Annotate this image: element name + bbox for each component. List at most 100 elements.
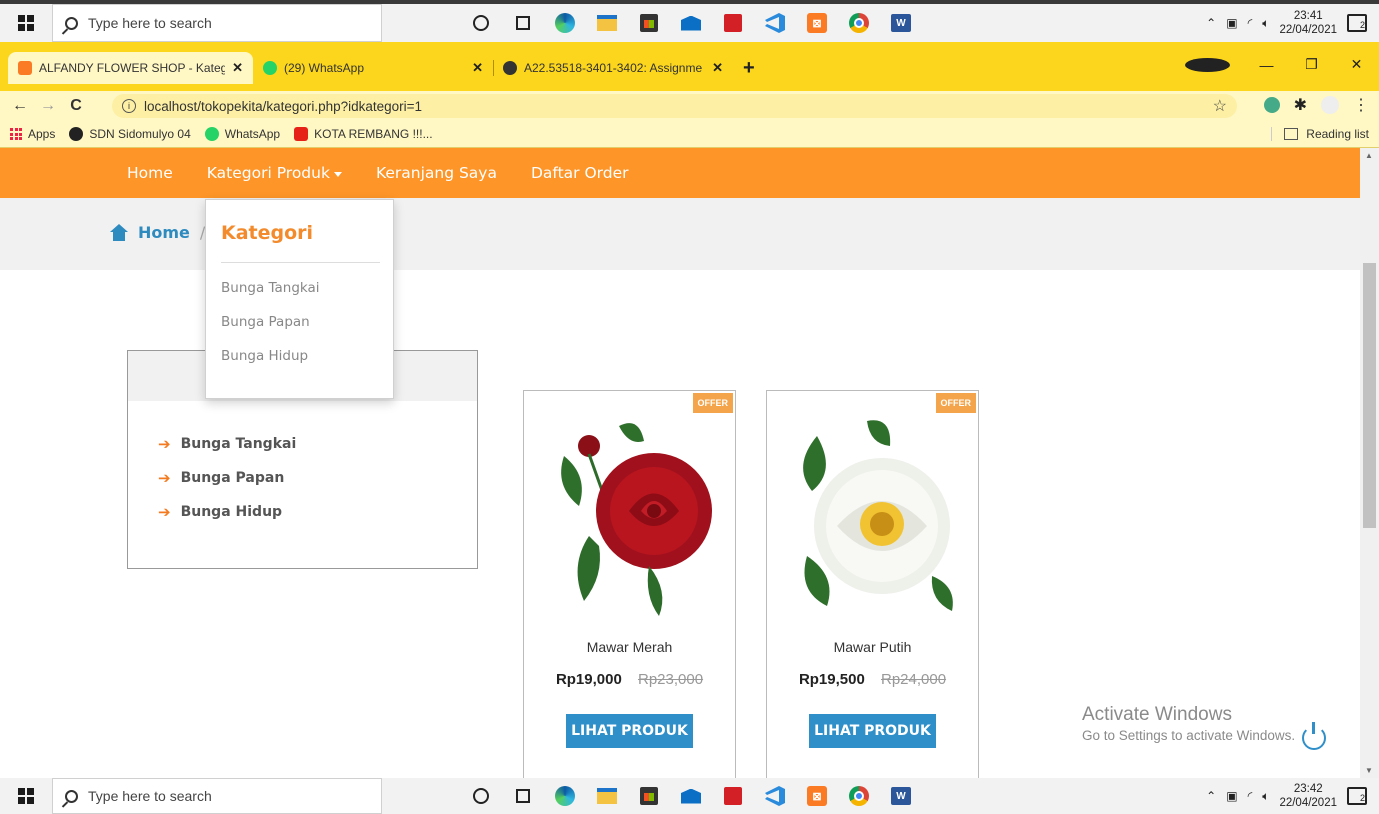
store-button[interactable] bbox=[628, 8, 670, 38]
bookmark-apps[interactable]: Apps bbox=[10, 127, 55, 141]
sidebar-item-bunga-tangkai[interactable]: ➔ Bunga Tangkai bbox=[158, 435, 296, 453]
dropdown-item-bunga-tangkai[interactable]: Bunga Tangkai bbox=[221, 280, 320, 296]
scroll-down-arrow-icon[interactable]: ▼ bbox=[1365, 766, 1373, 775]
network-icon[interactable]: ▣ bbox=[1226, 789, 1237, 803]
vscode-button[interactable] bbox=[754, 8, 796, 38]
extension-icon[interactable] bbox=[1263, 97, 1280, 113]
mail-button[interactable] bbox=[670, 781, 712, 811]
offer-badge: OFFER bbox=[935, 393, 976, 413]
close-window-button[interactable]: ✕ bbox=[1334, 56, 1379, 73]
start-button[interactable] bbox=[0, 778, 52, 814]
back-button[interactable]: ← bbox=[6, 97, 34, 115]
chrome-taskbar-button[interactable] bbox=[838, 8, 880, 38]
tab-flower-shop[interactable]: ALFANDY FLOWER SHOP - Kateg ✕ bbox=[8, 52, 253, 84]
tab-assignment[interactable]: A22.53518-3401-3402: Assignme ✕ bbox=[493, 52, 733, 84]
word-button[interactable]: W bbox=[880, 8, 922, 38]
bookmark-kota-rembang[interactable]: KOTA REMBANG !!!... bbox=[294, 127, 433, 141]
product-prices: Rp19,000 Rp23,000 bbox=[524, 671, 735, 688]
lihat-produk-button[interactable]: LIHAT PRODUK bbox=[809, 714, 936, 748]
tab-close-button[interactable]: ✕ bbox=[712, 60, 723, 76]
nav-kategori-dropdown[interactable]: Kategori Produk bbox=[207, 164, 342, 182]
tab-title: (29) WhatsApp bbox=[284, 61, 365, 75]
chevron-up-icon[interactable]: ⌃ bbox=[1206, 16, 1216, 30]
sidebar-item-bunga-papan[interactable]: ➔ Bunga Papan bbox=[158, 469, 296, 487]
browser-menu-button[interactable]: ⋮ bbox=[1353, 95, 1369, 115]
address-bar[interactable]: i localhost/tokopekita/kategori.php?idka… bbox=[112, 94, 1237, 118]
pdf-reader-button[interactable] bbox=[712, 781, 754, 811]
reload-button[interactable]: C bbox=[62, 97, 90, 115]
notification-center-button[interactable]: 2 bbox=[1347, 14, 1367, 32]
sidebar-item-bunga-hidup[interactable]: ➔ Bunga Hidup bbox=[158, 503, 296, 521]
arrow-right-icon: ➔ bbox=[158, 435, 171, 453]
nav-keranjang-link[interactable]: Keranjang Saya bbox=[376, 164, 497, 182]
tab-close-button[interactable]: ✕ bbox=[232, 60, 243, 76]
chevron-up-icon[interactable]: ⌃ bbox=[1206, 789, 1216, 803]
mail-button[interactable] bbox=[670, 8, 712, 38]
product-card[interactable]: OFFER Mawar Putih Rp19,500 Rp24,000 LIHA… bbox=[766, 390, 979, 778]
clock[interactable]: 23:42 22/04/2021 bbox=[1279, 782, 1337, 810]
clock[interactable]: 23:41 22/04/2021 bbox=[1279, 9, 1337, 37]
scrollbar-thumb[interactable] bbox=[1363, 263, 1376, 528]
network-icon[interactable]: ▣ bbox=[1226, 16, 1237, 30]
bookmark-sdn-sidomulyo[interactable]: SDN Sidomulyo 04 bbox=[69, 127, 191, 141]
taskbar-search-box[interactable]: Type here to search bbox=[52, 4, 382, 42]
xampp-button[interactable]: ⊠ bbox=[796, 8, 838, 38]
bookmark-star-icon[interactable]: ☆ bbox=[1213, 96, 1227, 116]
pdf-reader-button[interactable] bbox=[712, 8, 754, 38]
nav-home-link[interactable]: Home bbox=[127, 164, 173, 182]
store-icon bbox=[640, 787, 658, 805]
volume-icon[interactable]: 🔈︎ bbox=[1262, 16, 1269, 31]
forward-button[interactable]: → bbox=[34, 97, 62, 115]
breadcrumb-home-link[interactable]: Home bbox=[138, 223, 190, 242]
vscode-button[interactable] bbox=[754, 781, 796, 811]
nav-daftar-order-link[interactable]: Daftar Order bbox=[531, 164, 629, 182]
scroll-up-arrow-icon[interactable]: ▲ bbox=[1365, 151, 1373, 160]
tab-close-button[interactable]: ✕ bbox=[472, 60, 483, 76]
clock-time: 23:42 bbox=[1293, 783, 1323, 795]
edge-taskbar-button[interactable] bbox=[544, 8, 586, 38]
product-name: Mawar Merah bbox=[586, 639, 673, 655]
minimize-button[interactable]: — bbox=[1244, 57, 1289, 73]
wifi-icon[interactable]: ◜ bbox=[1248, 16, 1253, 30]
edge-taskbar-button[interactable] bbox=[544, 781, 586, 811]
word-icon: W bbox=[891, 14, 911, 32]
lihat-produk-button[interactable]: LIHAT PRODUK bbox=[566, 714, 693, 748]
sidebar-item-label: Bunga Hidup bbox=[180, 504, 283, 520]
cortana-button[interactable] bbox=[460, 781, 502, 811]
tab-search-icon[interactable] bbox=[1185, 57, 1230, 72]
store-icon bbox=[640, 14, 658, 32]
taskbar-search-placeholder: Type here to search bbox=[88, 15, 212, 31]
dropdown-item-bunga-hidup[interactable]: Bunga Hidup bbox=[221, 348, 308, 364]
wifi-icon[interactable]: ◜ bbox=[1248, 789, 1253, 803]
windows-logo-icon bbox=[18, 15, 34, 31]
scroll-to-top-icon[interactable] bbox=[1302, 722, 1326, 750]
reading-list-button[interactable]: Reading list bbox=[1271, 127, 1369, 141]
bookmark-label: WhatsApp bbox=[224, 127, 281, 141]
product-card[interactable]: OFFER Mawar Merah Rp19,000 Rp23,000 LIHA… bbox=[523, 390, 736, 778]
bookmark-whatsapp[interactable]: WhatsApp bbox=[204, 127, 281, 141]
notification-center-button[interactable]: 2 bbox=[1347, 787, 1367, 805]
cortana-button[interactable] bbox=[460, 8, 502, 38]
profile-avatar[interactable] bbox=[1321, 96, 1339, 114]
product-name: Mawar Putih bbox=[833, 639, 912, 655]
word-button[interactable]: W bbox=[880, 781, 922, 811]
task-view-button[interactable] bbox=[502, 781, 544, 811]
file-explorer-button[interactable] bbox=[586, 8, 628, 38]
maximize-button[interactable]: ❐ bbox=[1289, 56, 1334, 73]
site-info-icon[interactable]: i bbox=[122, 99, 136, 113]
chrome-taskbar-button[interactable] bbox=[838, 781, 880, 811]
url-text[interactable]: localhost/tokopekita/kategori.php?idkate… bbox=[144, 99, 422, 114]
volume-icon[interactable]: 🔈︎ bbox=[1262, 789, 1269, 804]
xampp-button[interactable]: ⊠ bbox=[796, 781, 838, 811]
dropdown-divider bbox=[221, 262, 380, 263]
start-button[interactable] bbox=[0, 4, 52, 42]
taskbar-search-box[interactable]: Type here to search bbox=[52, 778, 382, 814]
task-view-button[interactable] bbox=[502, 8, 544, 38]
tab-whatsapp[interactable]: (29) WhatsApp ✕ bbox=[253, 52, 494, 84]
page-scrollbar[interactable]: ▲ ▼ bbox=[1360, 148, 1379, 778]
extensions-puzzle-icon[interactable]: ✱ bbox=[1294, 95, 1307, 115]
dropdown-item-bunga-papan[interactable]: Bunga Papan bbox=[221, 314, 310, 330]
file-explorer-button[interactable] bbox=[586, 781, 628, 811]
new-tab-button[interactable]: + bbox=[743, 52, 755, 84]
store-button[interactable] bbox=[628, 781, 670, 811]
